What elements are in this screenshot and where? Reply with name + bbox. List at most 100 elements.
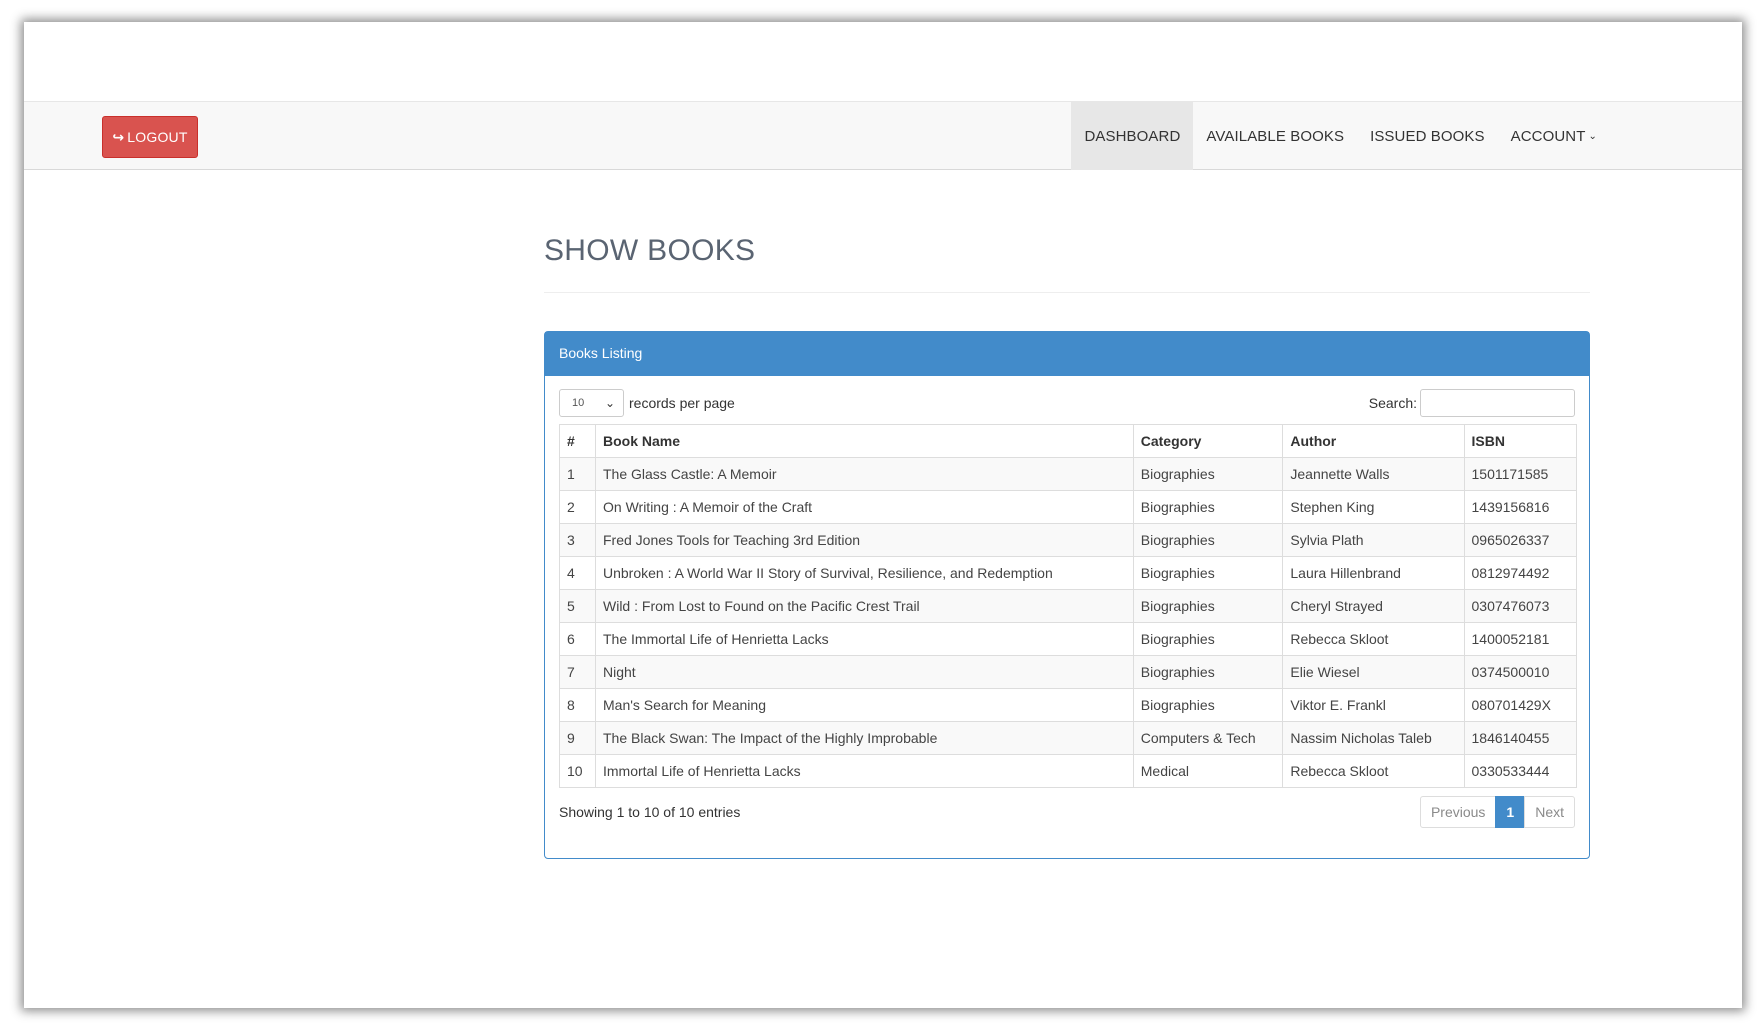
cell-index: 5 — [559, 589, 596, 623]
column-header-author[interactable]: Author — [1282, 424, 1465, 458]
records-per-page: 10 ⌄ records per page — [559, 389, 735, 417]
nav-item-dashboard[interactable]: DASHBOARD — [1071, 102, 1194, 170]
cell-book-name: The Glass Castle: A Memoir — [595, 457, 1134, 491]
cell-category: Biographies — [1132, 457, 1284, 491]
cell-category: Biographies — [1132, 688, 1284, 722]
table-row: 6 The Immortal Life of Henrietta Lacks B… — [559, 622, 1577, 656]
cell-author: Sylvia Plath — [1282, 523, 1465, 557]
browser-viewport: ↪ LOGOUT DASHBOARD AVAILABLE BOOKS ISSUE… — [24, 22, 1742, 1008]
nav-item-available-books[interactable]: AVAILABLE BOOKS — [1193, 102, 1357, 170]
cell-index: 7 — [559, 655, 596, 689]
cell-book-name: On Writing : A Memoir of the Craft — [595, 490, 1134, 524]
records-per-page-label: records per page — [629, 395, 735, 411]
cell-category: Biographies — [1132, 589, 1284, 623]
pagination: Previous 1 Next — [1419, 796, 1575, 828]
cell-index: 6 — [559, 622, 596, 656]
cell-category: Biographies — [1132, 622, 1284, 656]
cell-index: 10 — [559, 754, 596, 788]
main-content: SHOW BOOKS Books Listing 10 ⌄ records pe… — [544, 172, 1590, 859]
cell-author: Laura Hillenbrand — [1282, 556, 1465, 590]
cell-author: Rebecca Skloot — [1282, 754, 1465, 788]
pagination-page-1[interactable]: 1 — [1495, 796, 1526, 828]
cell-book-name: Night — [595, 655, 1134, 689]
panel-body: 10 ⌄ records per page Search: # Book Nam… — [545, 376, 1589, 858]
cell-isbn: 0307476073 — [1463, 589, 1577, 623]
cell-author: Nassim Nicholas Taleb — [1282, 721, 1465, 755]
chevron-down-icon: ⌄ — [604, 396, 615, 410]
cell-index: 4 — [559, 556, 596, 590]
column-header-isbn[interactable]: ISBN — [1463, 424, 1577, 458]
cell-author: Cheryl Strayed — [1282, 589, 1465, 623]
table-row: 5 Wild : From Lost to Found on the Pacif… — [559, 589, 1577, 623]
search-input[interactable] — [1420, 389, 1575, 417]
cell-isbn: 1439156816 — [1463, 490, 1577, 524]
cell-book-name: The Immortal Life of Henrietta Lacks — [595, 622, 1134, 656]
pagination-previous-button[interactable]: Previous — [1419, 796, 1497, 828]
pagination-next-button[interactable]: Next — [1524, 796, 1575, 828]
cell-author: Rebecca Skloot — [1282, 622, 1465, 656]
top-navbar: ↪ LOGOUT DASHBOARD AVAILABLE BOOKS ISSUE… — [24, 101, 1742, 170]
table-row: 10 Immortal Life of Henrietta Lacks Medi… — [559, 754, 1577, 788]
cell-book-name: Wild : From Lost to Found on the Pacific… — [595, 589, 1134, 623]
cell-isbn: 0812974492 — [1463, 556, 1577, 590]
table-info: Showing 1 to 10 of 10 entries — [559, 804, 741, 820]
cell-category: Medical — [1132, 754, 1284, 788]
cell-author: Stephen King — [1282, 490, 1465, 524]
table-row: 2 On Writing : A Memoir of the Craft Bio… — [559, 490, 1577, 524]
cell-book-name: Fred Jones Tools for Teaching 3rd Editio… — [595, 523, 1134, 557]
table-row: 1 The Glass Castle: A Memoir Biographies… — [559, 457, 1577, 491]
table-header-row: # Book Name Category Author ISBN — [559, 424, 1577, 458]
table-row: 3 Fred Jones Tools for Teaching 3rd Edit… — [559, 523, 1577, 557]
page-title: SHOW BOOKS — [544, 234, 756, 267]
nav-dashboard-label: DASHBOARD — [1084, 127, 1181, 145]
cell-isbn: 1501171585 — [1463, 457, 1577, 491]
panel-heading: Books Listing — [545, 332, 1589, 376]
nav-item-account-dropdown[interactable]: ACCOUNT ⌄ — [1498, 102, 1610, 170]
cell-category: Biographies — [1132, 655, 1284, 689]
cell-isbn: 080701429X — [1463, 688, 1577, 722]
cell-book-name: Immortal Life of Henrietta Lacks — [595, 754, 1134, 788]
cell-author: Viktor E. Frankl — [1282, 688, 1465, 722]
cell-isbn: 0330533444 — [1463, 754, 1577, 788]
books-table: # Book Name Category Author ISBN 1 The G… — [559, 424, 1577, 788]
table-footer: Showing 1 to 10 of 10 entries Previous 1… — [559, 796, 1575, 828]
cell-book-name: Man's Search for Meaning — [595, 688, 1134, 722]
table-row: 7 Night Biographies Elie Wiesel 03745000… — [559, 655, 1577, 689]
cell-isbn: 1846140455 — [1463, 721, 1577, 755]
cell-book-name: The Black Swan: The Impact of the Highly… — [595, 721, 1134, 755]
column-header-book-name[interactable]: Book Name — [595, 424, 1134, 458]
cell-isbn: 1400052181 — [1463, 622, 1577, 656]
cell-category: Computers & Tech — [1132, 721, 1284, 755]
main-nav-menu: DASHBOARD AVAILABLE BOOKS ISSUED BOOKS A… — [1071, 102, 1610, 170]
table-controls: 10 ⌄ records per page Search: — [559, 389, 1575, 417]
cell-index: 8 — [559, 688, 596, 722]
cell-category: Biographies — [1132, 556, 1284, 590]
column-header-index[interactable]: # — [559, 424, 596, 458]
chevron-down-icon: ⌄ — [1588, 130, 1597, 142]
cell-category: Biographies — [1132, 523, 1284, 557]
table-search: Search: — [1369, 389, 1575, 417]
nav-item-issued-books[interactable]: ISSUED BOOKS — [1357, 102, 1498, 170]
cell-book-name: Unbroken : A World War II Story of Survi… — [595, 556, 1134, 590]
nav-available-books-label: AVAILABLE BOOKS — [1206, 127, 1345, 145]
table-row: 9 The Black Swan: The Impact of the High… — [559, 721, 1577, 755]
cell-isbn: 0374500010 — [1463, 655, 1577, 689]
records-per-page-select[interactable]: 10 ⌄ — [559, 389, 624, 417]
title-divider — [544, 292, 1590, 293]
cell-index: 2 — [559, 490, 596, 524]
table-row: 4 Unbroken : A World War II Story of Sur… — [559, 556, 1577, 590]
cell-index: 3 — [559, 523, 596, 557]
cell-index: 1 — [559, 457, 596, 491]
logout-button[interactable]: ↪ LOGOUT — [102, 116, 198, 158]
search-label: Search: — [1368, 395, 1417, 411]
cell-author: Elie Wiesel — [1282, 655, 1465, 689]
nav-issued-books-label: ISSUED BOOKS — [1370, 127, 1485, 145]
table-row: 8 Man's Search for Meaning Biographies V… — [559, 688, 1577, 722]
column-header-category[interactable]: Category — [1132, 424, 1284, 458]
records-per-page-value: 10 — [572, 397, 585, 409]
cell-author: Jeannette Walls — [1282, 457, 1465, 491]
logout-label: LOGOUT — [127, 129, 188, 145]
books-panel: Books Listing 10 ⌄ records per page Sear… — [544, 331, 1590, 859]
cell-index: 9 — [559, 721, 596, 755]
cell-isbn: 0965026337 — [1463, 523, 1577, 557]
